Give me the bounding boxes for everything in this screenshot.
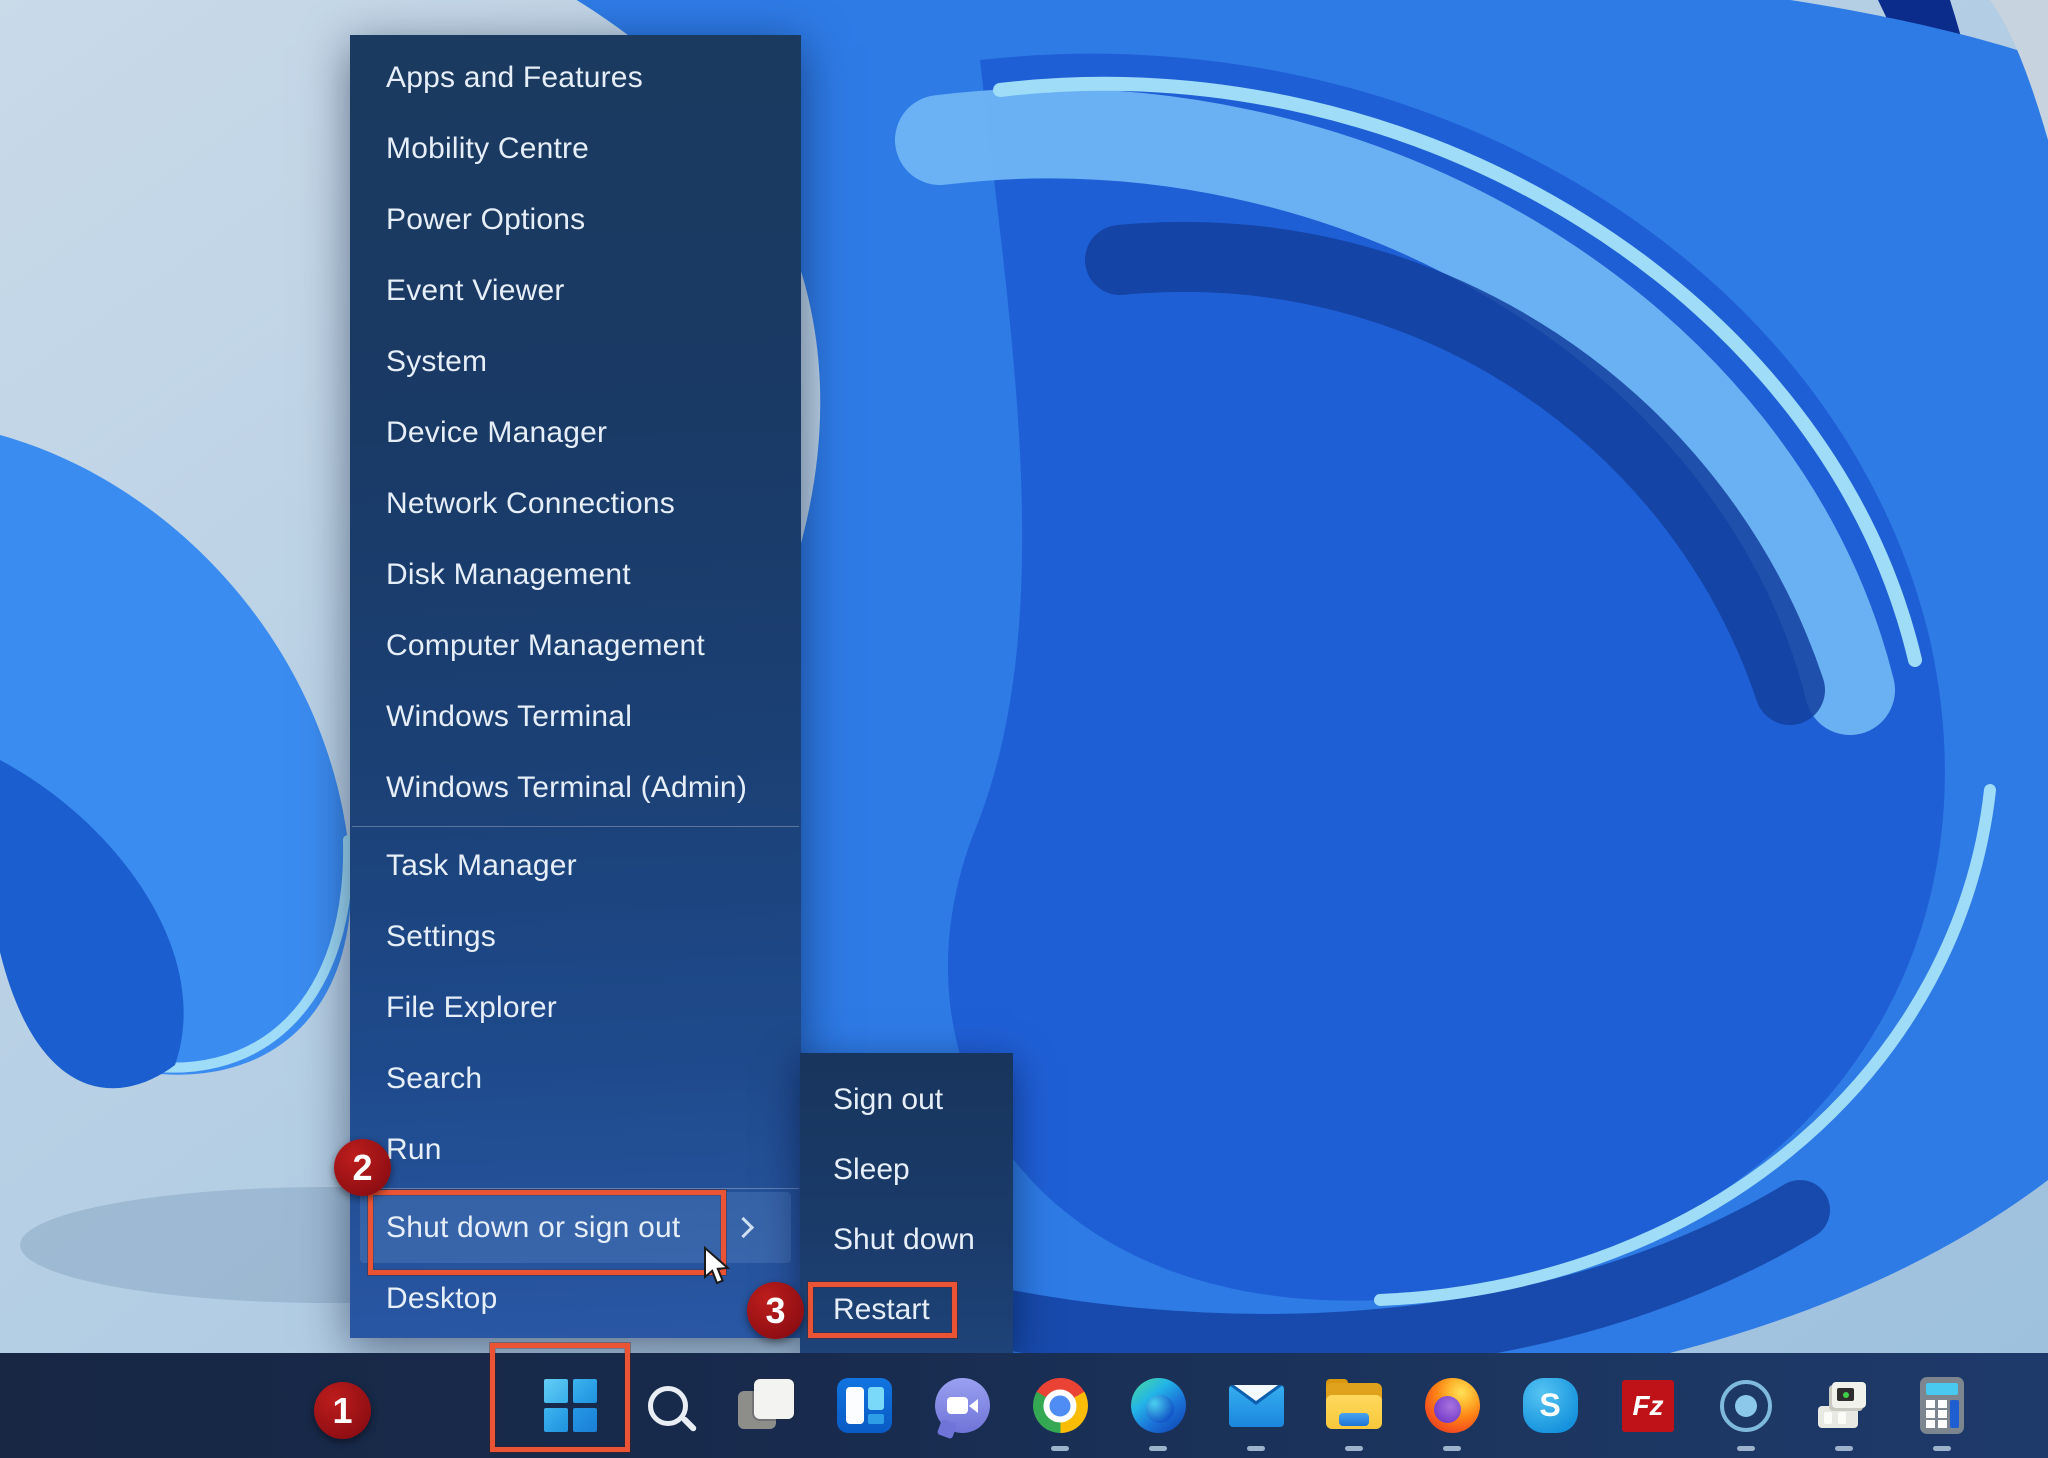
submenu-item-shut-down[interactable]: Shut down <box>800 1205 1013 1275</box>
taskbar-skype-button[interactable]: S <box>1501 1353 1599 1458</box>
step-badge-3: 3 <box>747 1282 804 1339</box>
menu-item-windows-terminal-admin[interactable]: Windows Terminal (Admin) <box>350 752 801 823</box>
desktop: { "menu": { "groups": [ ["Apps and Featu… <box>0 0 2048 1458</box>
filezilla-icon: Fz <box>1622 1380 1674 1432</box>
menu-item-run[interactable]: Run <box>350 1114 801 1185</box>
taskbar-search-button[interactable] <box>619 1353 717 1458</box>
highlight-box-restart <box>808 1282 957 1338</box>
menu-separator <box>352 826 799 827</box>
menu-item-network-connections[interactable]: Network Connections <box>350 468 801 539</box>
menu-item-computer-management[interactable]: Computer Management <box>350 610 801 681</box>
running-indicator <box>1443 1446 1461 1451</box>
menu-item-device-manager[interactable]: Device Manager <box>350 397 801 468</box>
menu-item-disk-management[interactable]: Disk Management <box>350 539 801 610</box>
taskbar-widgets-button[interactable] <box>815 1353 913 1458</box>
running-indicator <box>1051 1446 1069 1451</box>
taskbar-screen-recorder-button[interactable] <box>1697 1353 1795 1458</box>
running-indicator <box>1737 1446 1755 1451</box>
menu-item-power-options[interactable]: Power Options <box>350 184 801 255</box>
highlight-box-shut-down-or-sign-out <box>368 1190 726 1275</box>
chrome-icon <box>1033 1378 1088 1433</box>
submenu-item-sleep[interactable]: Sleep <box>800 1135 1013 1205</box>
skype-icon: S <box>1523 1378 1578 1433</box>
taskbar-mail-button[interactable] <box>1207 1353 1305 1458</box>
firefox-icon <box>1425 1378 1480 1433</box>
file-explorer-icon <box>1326 1383 1382 1429</box>
mail-icon <box>1229 1385 1284 1427</box>
taskbar-chat-button[interactable] <box>913 1353 1011 1458</box>
taskbar-icon-group: S Fz <box>521 1353 1991 1458</box>
taskbar-edge-button[interactable] <box>1109 1353 1207 1458</box>
mouse-cursor <box>703 1246 737 1286</box>
taskbar-file-explorer-button[interactable] <box>1305 1353 1403 1458</box>
wallpaper-bloom <box>0 0 2048 1458</box>
screen-recorder-icon <box>1720 1380 1772 1432</box>
menu-item-file-explorer[interactable]: File Explorer <box>350 972 801 1043</box>
menu-item-search[interactable]: Search <box>350 1043 801 1114</box>
submenu-item-sign-out[interactable]: Sign out <box>800 1065 1013 1135</box>
task-view-icon <box>738 1379 794 1433</box>
running-indicator <box>1933 1446 1951 1451</box>
menu-item-event-viewer[interactable]: Event Viewer <box>350 255 801 326</box>
taskbar-chrome-button[interactable] <box>1011 1353 1109 1458</box>
menu-item-settings[interactable]: Settings <box>350 901 801 972</box>
menu-item-apps-and-features[interactable]: Apps and Features <box>350 42 801 113</box>
menu-separator <box>352 1188 799 1189</box>
running-indicator <box>1835 1446 1853 1451</box>
taskbar-filezilla-button[interactable]: Fz <box>1599 1353 1697 1458</box>
taskbar-firefox-button[interactable] <box>1403 1353 1501 1458</box>
search-icon <box>648 1386 688 1426</box>
step-badge-2: 2 <box>334 1139 391 1196</box>
calculator-icon <box>1920 1377 1964 1434</box>
chevron-right-icon <box>733 1217 754 1238</box>
taskbar-calculator-button[interactable] <box>1893 1353 1991 1458</box>
3d-printer-icon <box>1818 1382 1870 1430</box>
taskbar-task-view-button[interactable] <box>717 1353 815 1458</box>
menu-item-system[interactable]: System <box>350 326 801 397</box>
widgets-icon <box>837 1378 892 1433</box>
running-indicator <box>1247 1446 1265 1451</box>
taskbar: S Fz <box>0 1353 2048 1458</box>
taskbar-3d-printer-button[interactable] <box>1795 1353 1893 1458</box>
running-indicator <box>1345 1446 1363 1451</box>
chat-video-icon <box>935 1378 990 1433</box>
menu-item-windows-terminal[interactable]: Windows Terminal <box>350 681 801 752</box>
edge-icon <box>1131 1378 1186 1433</box>
step-badge-1: 1 <box>314 1382 371 1439</box>
highlight-box-start-button <box>490 1343 630 1452</box>
running-indicator <box>1149 1446 1167 1451</box>
winx-menu: Apps and Features Mobility Centre Power … <box>350 35 801 1338</box>
menu-item-mobility-centre[interactable]: Mobility Centre <box>350 113 801 184</box>
menu-item-task-manager[interactable]: Task Manager <box>350 830 801 901</box>
